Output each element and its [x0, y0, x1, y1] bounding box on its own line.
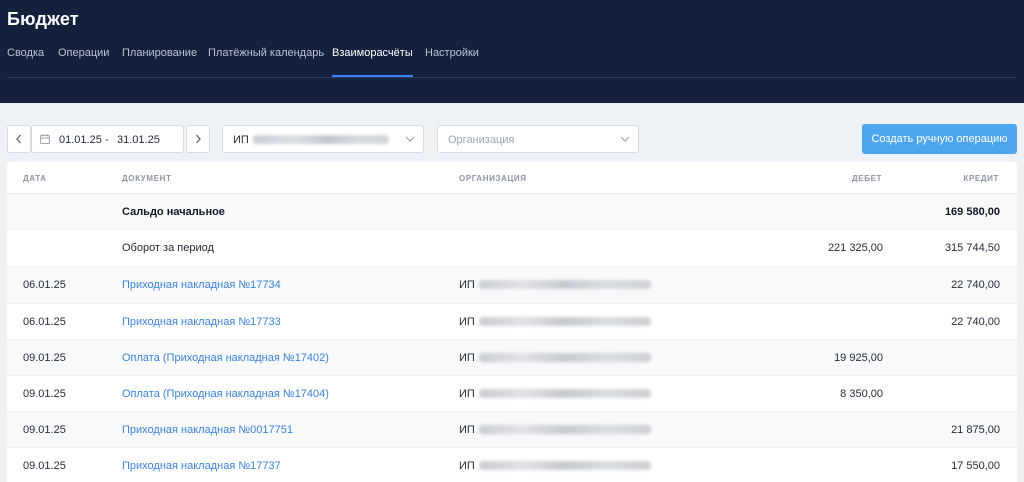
row-date: 06.01.25 — [23, 316, 66, 328]
row-organization: ИП — [459, 424, 651, 436]
header-date[interactable]: Дата — [23, 174, 47, 183]
row-credit: 21 875,00 — [951, 424, 1000, 436]
redacted-name — [252, 135, 389, 144]
counterparty-value: ИП — [233, 134, 389, 146]
tab-settings[interactable]: Настройки — [425, 47, 479, 77]
filter-toolbar: 01.01.25 - 31.01.25 ИП Организация Созда… — [0, 103, 1024, 160]
prev-period-button[interactable] — [7, 125, 31, 153]
row-document: Оборот за период — [122, 242, 214, 254]
row-document-link[interactable]: Приходная накладная №0017751 — [122, 424, 293, 436]
row-date: 09.01.25 — [23, 352, 66, 364]
counterparty-select[interactable]: ИП — [222, 125, 424, 153]
row-date: 09.01.25 — [23, 460, 66, 472]
redacted-name — [478, 317, 651, 326]
row-organization: ИП — [459, 279, 651, 291]
app-title: Бюджет — [7, 9, 79, 29]
row-credit: 22 740,00 — [951, 279, 1000, 291]
header-document[interactable]: Документ — [122, 174, 171, 183]
table-row[interactable]: 09.01.25 Приходная накладная №0017751 ИП… — [7, 412, 1017, 448]
settlements-table: Дата Документ Организация Дебет Кредит С… — [7, 162, 1017, 482]
table-row[interactable]: 06.01.25 Приходная накладная №17733 ИП 2… — [7, 304, 1017, 340]
row-date: 09.01.25 — [23, 388, 66, 400]
table-row[interactable]: 09.01.25 Оплата (Приходная накладная №17… — [7, 340, 1017, 376]
tab-operations[interactable]: Операции — [58, 47, 109, 77]
row-document: Сальдо начальное — [122, 206, 225, 218]
tab-planning[interactable]: Планирование — [122, 47, 197, 77]
organization-placeholder: Организация — [448, 134, 515, 146]
redacted-name — [478, 425, 651, 434]
header-organization[interactable]: Организация — [459, 174, 527, 183]
date-range-picker[interactable]: 01.01.25 - 31.01.25 — [31, 125, 184, 153]
redacted-name — [478, 461, 651, 470]
table-row[interactable]: 09.01.25 Приходная накладная №17737 ИП 1… — [7, 448, 1017, 482]
tab-summary[interactable]: Сводка — [7, 47, 44, 77]
redacted-name — [478, 389, 651, 398]
tab-bar: Сводка Операции Планирование Платёжный к… — [7, 46, 1016, 78]
row-document-link[interactable]: Оплата (Приходная накладная №17402) — [122, 352, 329, 364]
chevron-down-icon — [620, 136, 630, 142]
app-header: Бюджет Сводка Операции Планирование Плат… — [0, 0, 1024, 103]
row-organization: ИП — [459, 460, 651, 472]
row-credit: 315 744,50 — [944, 242, 1000, 254]
date-separator: - — [105, 134, 109, 146]
row-debit: 221 325,00 — [827, 242, 883, 254]
redacted-name — [478, 353, 651, 362]
date-to: 31.01.25 — [117, 134, 160, 146]
row-organization: ИП — [459, 352, 651, 364]
row-date: 09.01.25 — [23, 424, 66, 436]
row-date: 06.01.25 — [23, 279, 66, 291]
row-debit: 8 350,00 — [840, 388, 883, 400]
chevron-left-icon — [16, 134, 21, 144]
row-credit: 169 580,00 — [944, 206, 1000, 218]
chevron-down-icon — [405, 136, 415, 142]
create-manual-operation-button[interactable]: Создать ручную операцию — [862, 124, 1017, 154]
tab-payment-calendar[interactable]: Платёжный календарь — [208, 47, 324, 77]
organization-select[interactable]: Организация — [437, 125, 639, 153]
next-period-button[interactable] — [186, 125, 210, 153]
row-credit: 17 550,00 — [951, 460, 1000, 472]
table-header: Дата Документ Организация Дебет Кредит — [7, 162, 1017, 194]
period-turnover-row: Оборот за период 221 325,00 315 744,50 — [7, 230, 1017, 267]
chevron-right-icon — [196, 134, 201, 144]
date-from: 01.01.25 — [59, 134, 102, 146]
redacted-name — [478, 280, 651, 289]
row-document-link[interactable]: Оплата (Приходная накладная №17404) — [122, 388, 329, 400]
row-document-link[interactable]: Приходная накладная №17737 — [122, 460, 281, 472]
row-organization: ИП — [459, 316, 651, 328]
table-row[interactable]: 06.01.25 Приходная накладная №17734 ИП 2… — [7, 267, 1017, 304]
header-debit[interactable]: Дебет — [852, 174, 882, 183]
header-credit[interactable]: Кредит — [964, 174, 1000, 183]
row-organization: ИП — [459, 388, 651, 400]
table-row[interactable]: 09.01.25 Оплата (Приходная накладная №17… — [7, 376, 1017, 412]
row-credit: 22 740,00 — [951, 316, 1000, 328]
row-debit: 19 925,00 — [834, 352, 883, 364]
row-document-link[interactable]: Приходная накладная №17733 — [122, 316, 281, 328]
row-document-link[interactable]: Приходная накладная №17734 — [122, 279, 281, 291]
opening-balance-row: Сальдо начальное 169 580,00 — [7, 194, 1017, 230]
calendar-icon — [40, 134, 50, 144]
tab-settlements[interactable]: Взаиморасчёты — [332, 47, 413, 77]
